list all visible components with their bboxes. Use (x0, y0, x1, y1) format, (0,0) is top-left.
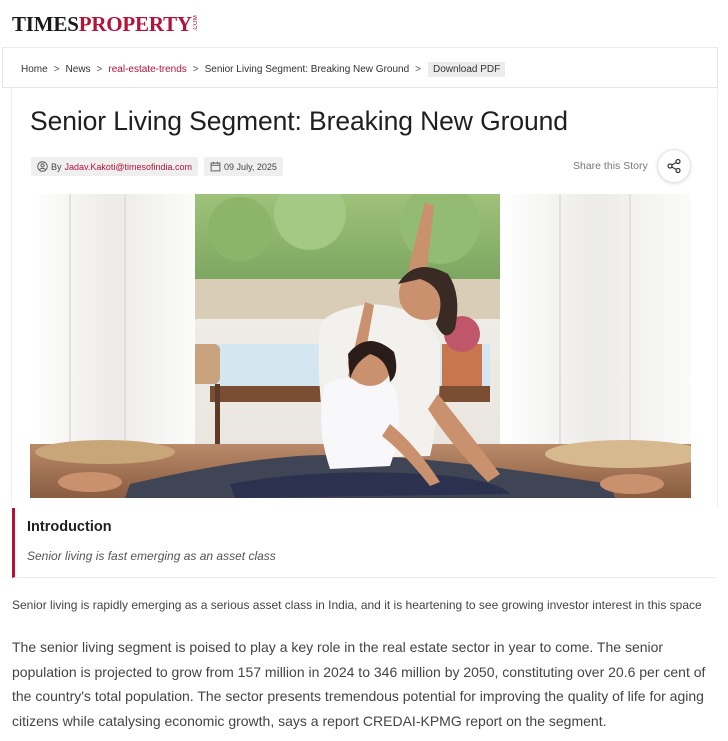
breadcrumb-home[interactable]: Home (21, 64, 48, 75)
body-paragraph-lead: Senior living is rapidly emerging as a s… (12, 598, 702, 612)
hero-image (30, 194, 691, 498)
calendar-icon (210, 161, 221, 172)
breadcrumb-separator: > (415, 64, 422, 75)
share-label: Share this Story (573, 160, 648, 172)
introduction-subheading: Senior living is fast emerging as an ass… (27, 549, 276, 563)
user-icon (37, 161, 48, 172)
introduction-box: Introduction Senior living is fast emerg… (12, 508, 716, 578)
breadcrumb-separator: > (53, 64, 60, 75)
share-button[interactable] (657, 149, 691, 183)
breadcrumb-separator: > (192, 64, 199, 75)
article-meta: By Jadav.Kakoti@timesofindia.com 09 July… (31, 157, 283, 176)
by-prefix: By (51, 161, 62, 172)
logo-property-text: PROPERTY (78, 12, 192, 36)
mother-daughter-yoga-illustration (30, 194, 691, 498)
breadcrumb-news[interactable]: News (66, 64, 91, 75)
share-icon (667, 158, 681, 174)
author-email-link[interactable]: Jadav.Kakoti@timesofindia.com (65, 162, 193, 172)
article-title: Senior Living Segment: Breaking New Grou… (30, 106, 568, 136)
body-paragraph-main: The senior living segment is poised to p… (12, 639, 706, 729)
breadcrumb-real-estate-trends[interactable]: real-estate-trends (108, 64, 186, 75)
download-pdf-button[interactable]: Download PDF (428, 62, 506, 77)
logo-times-text: TIMES (12, 12, 79, 36)
breadcrumb-bar: Home > News > real-estate-trends > Senio… (2, 47, 718, 88)
publish-date: 09 July, 2025 (224, 161, 277, 172)
breadcrumb-separator: > (96, 64, 103, 75)
author-chip[interactable]: By Jadav.Kakoti@timesofindia.com (31, 157, 199, 176)
breadcrumb: Home > News > real-estate-trends > Senio… (21, 62, 506, 77)
introduction-heading: Introduction (27, 519, 112, 535)
times-property-logo[interactable]: TIMESPROPERTY .COM (12, 12, 199, 36)
date-chip: 09 July, 2025 (204, 157, 283, 176)
logo-dotcom-text: .COM (192, 15, 199, 32)
breadcrumb-current-article: Senior Living Segment: Breaking New Grou… (204, 64, 410, 75)
